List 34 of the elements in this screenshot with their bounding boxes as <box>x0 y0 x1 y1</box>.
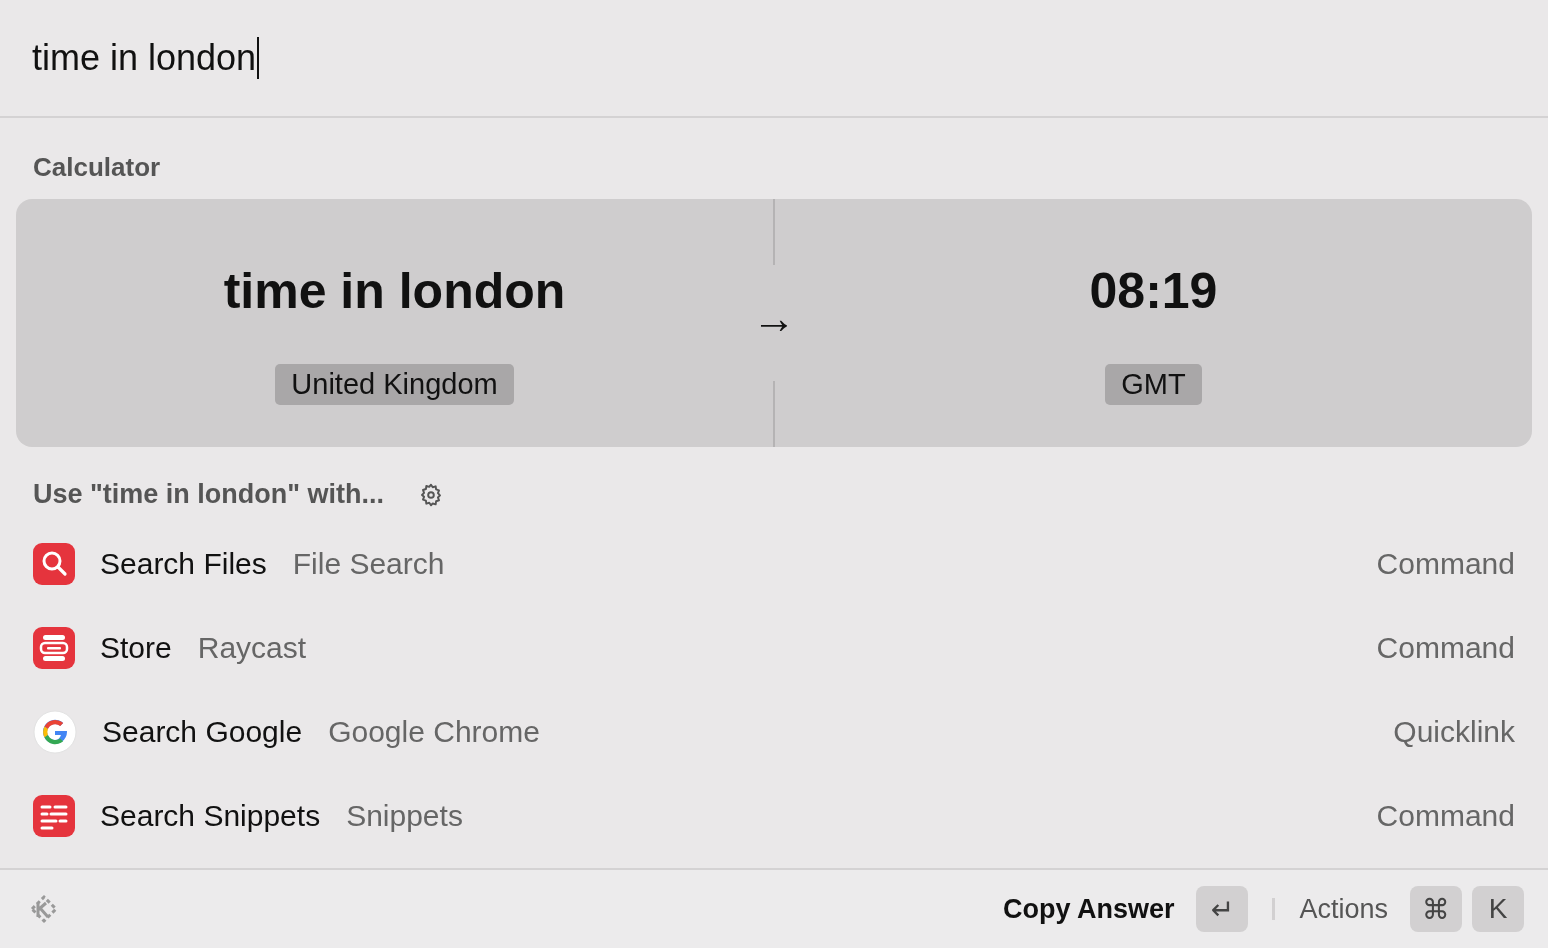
item-subtitle: Raycast <box>197 631 307 665</box>
calculator-result: 08:19 <box>1089 261 1218 320</box>
item-type: Quicklink <box>1393 715 1515 749</box>
item-title: Search Google <box>102 715 303 749</box>
item-title: Store <box>100 631 172 665</box>
shortcut-key: ⌘ <box>1410 886 1462 932</box>
shortcut-key: K <box>1472 886 1524 932</box>
item-subtitle: File Search <box>292 547 445 581</box>
text-cursor <box>257 37 260 79</box>
actions-label[interactable]: Actions <box>1299 893 1388 925</box>
item-type: Command <box>1376 799 1515 833</box>
timezone-tag: GMT <box>1105 363 1202 405</box>
return-key: ↵ <box>1196 886 1249 932</box>
calculator-query: time in london <box>223 261 566 320</box>
search-icon <box>33 543 75 585</box>
result-item[interactable]: Store Raycast Command <box>33 606 1515 690</box>
search-field[interactable]: time in london <box>32 37 260 79</box>
arrow: → <box>752 293 796 343</box>
item-title: Search Files <box>100 547 267 581</box>
item-subtitle: Google Chrome <box>328 715 540 749</box>
store-icon <box>33 627 75 669</box>
item-type: Command <box>1376 631 1515 665</box>
section-title: Use "time in london" with... <box>33 479 385 510</box>
result-item[interactable]: Search Files File Search Command <box>33 522 1515 606</box>
item-subtitle: Snippets <box>346 799 463 833</box>
snippets-icon <box>33 795 75 837</box>
result-item[interactable]: Search Google Google Chrome Quicklink <box>33 690 1515 774</box>
google-icon <box>33 710 77 754</box>
copy-answer-label[interactable]: Copy Answer <box>1002 893 1175 925</box>
item-type: Command <box>1376 547 1515 581</box>
section-title: Calculator <box>33 152 161 183</box>
location-tag: United Kingdom <box>275 363 514 405</box>
item-title: Search Snippets <box>100 799 321 833</box>
result-item[interactable]: Search Snippets Snippets Command <box>33 774 1515 858</box>
